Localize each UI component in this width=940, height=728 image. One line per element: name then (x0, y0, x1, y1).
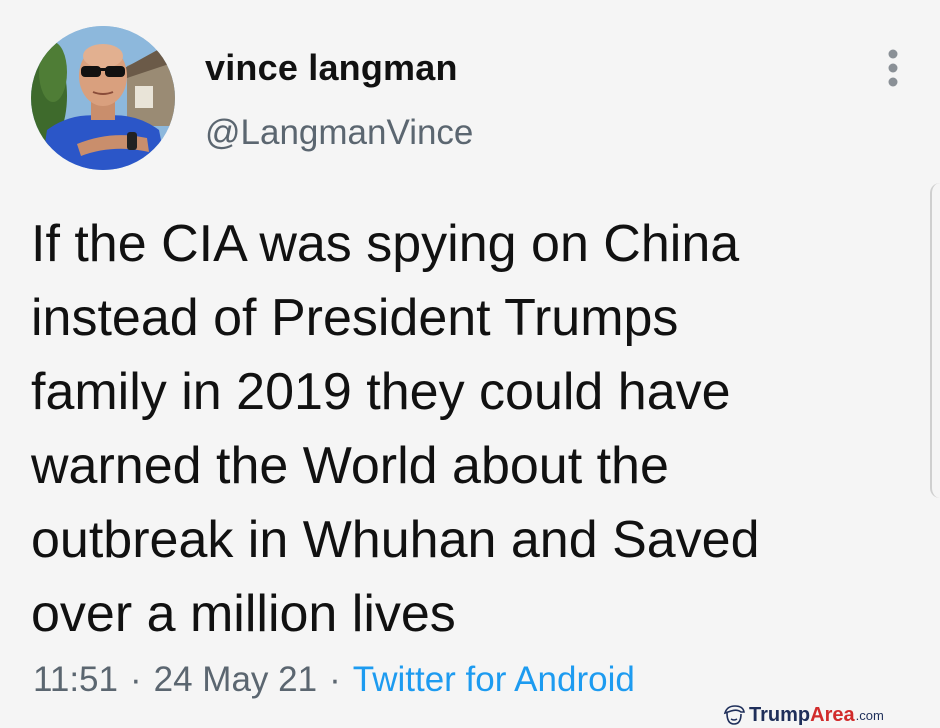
watermark-suffix: .com (855, 707, 884, 723)
tweet-metadata: 11:51 · 24 May 21 · Twitter for Android (33, 660, 635, 700)
more-options-button[interactable] (876, 48, 910, 92)
tweet-source-link[interactable]: Twitter for Android (353, 660, 635, 699)
tweet-date[interactable]: 24 May 21 (154, 660, 317, 699)
watermark: Trump Area .com (722, 704, 884, 726)
author-display-name[interactable]: vince langman (205, 47, 458, 89)
watermark-brand-part2: Area (810, 703, 855, 726)
tweet-time[interactable]: 11:51 (33, 660, 118, 699)
scroll-edge (930, 183, 940, 498)
watermark-brand-part1: Trump (749, 703, 811, 726)
meta-separator: · (130, 660, 142, 699)
more-vertical-icon (888, 49, 898, 87)
tweet-card: vince langman @LangmanVince If the CIA w… (0, 0, 940, 728)
author-handle[interactable]: @LangmanVince (205, 113, 473, 153)
profile-photo-icon (31, 26, 175, 170)
tweet-text: If the CIA was spying on China instead o… (31, 215, 760, 643)
author-avatar[interactable] (31, 26, 175, 170)
meta-separator: · (329, 660, 341, 699)
trump-face-icon (723, 705, 745, 725)
